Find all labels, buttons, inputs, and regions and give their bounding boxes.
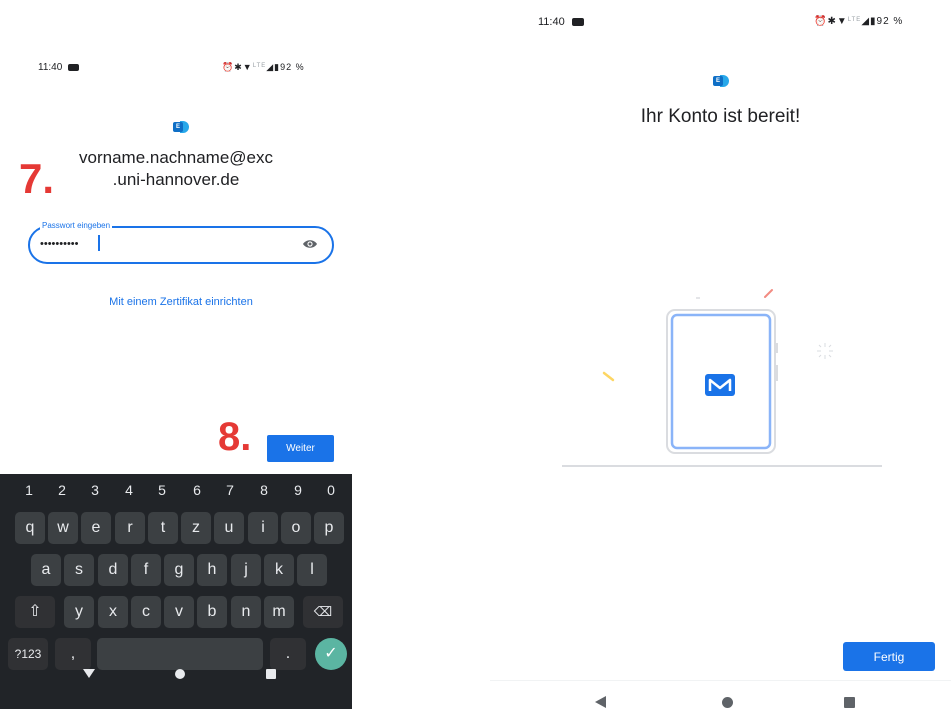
key-0[interactable]: 0 bbox=[321, 482, 341, 498]
key-3[interactable]: 3 bbox=[85, 482, 105, 498]
key-5[interactable]: 5 bbox=[152, 482, 172, 498]
wifi-icon: ▼ bbox=[242, 62, 253, 72]
eye-icon[interactable] bbox=[302, 238, 318, 250]
key-e[interactable]: e bbox=[81, 512, 111, 544]
key-v[interactable]: v bbox=[164, 596, 194, 628]
key-u[interactable]: u bbox=[214, 512, 244, 544]
done-button[interactable]: Fertig bbox=[843, 642, 935, 671]
status-icons: ⏰✱▼LTE◢▮92 % bbox=[814, 16, 903, 27]
key-z[interactable]: z bbox=[181, 512, 211, 544]
network-type: LTE bbox=[252, 63, 267, 69]
back-icon[interactable] bbox=[83, 669, 95, 679]
mail-icon bbox=[705, 374, 735, 396]
battery-percent: 92 % bbox=[280, 62, 305, 72]
key-g[interactable]: g bbox=[164, 554, 194, 586]
key-n[interactable]: n bbox=[231, 596, 261, 628]
key-8[interactable]: 8 bbox=[254, 482, 274, 498]
signal-icon: ◢ bbox=[861, 16, 871, 27]
key-b[interactable]: b bbox=[197, 596, 227, 628]
page-title: Ihr Konto ist bereit! bbox=[640, 106, 801, 127]
key-x[interactable]: x bbox=[98, 596, 128, 628]
key-k[interactable]: k bbox=[264, 554, 294, 586]
key-4[interactable]: 4 bbox=[119, 482, 139, 498]
status-icons: ⏰✱▼LTE◢▮92 % bbox=[222, 62, 305, 73]
network-type: LTE bbox=[847, 17, 862, 23]
camera-notification-icon bbox=[68, 64, 79, 71]
key-q[interactable]: q bbox=[15, 512, 45, 544]
navigation-bar bbox=[0, 664, 352, 704]
alarm-icon: ⏰ bbox=[222, 62, 235, 72]
key-h[interactable]: h bbox=[197, 554, 227, 586]
key-f[interactable]: f bbox=[131, 554, 161, 586]
password-input-value[interactable]: •••••••••• bbox=[40, 238, 79, 250]
left-phone-screen: 11:40 ⏰✱▼LTE◢▮92 % E vorname.nachname@ex… bbox=[0, 0, 352, 709]
text-cursor bbox=[98, 235, 100, 251]
backspace-key[interactable]: ⌫ bbox=[303, 596, 343, 628]
key-y[interactable]: y bbox=[64, 596, 94, 628]
key-1[interactable]: 1 bbox=[19, 482, 39, 498]
status-time: 11:40 bbox=[538, 16, 565, 28]
battery-percent: 92 % bbox=[876, 16, 904, 27]
backspace-icon: ⌫ bbox=[313, 604, 333, 619]
key-r[interactable]: r bbox=[115, 512, 145, 544]
key-j[interactable]: j bbox=[231, 554, 261, 586]
account-ready-illustration bbox=[562, 289, 882, 467]
key-s[interactable]: s bbox=[64, 554, 94, 586]
onscreen-keyboard: 1 2 3 4 5 6 7 8 9 0 q w e r t z u i o p … bbox=[0, 474, 352, 709]
back-icon[interactable] bbox=[594, 696, 606, 708]
next-button[interactable]: Weiter bbox=[267, 435, 334, 462]
key-2[interactable]: 2 bbox=[52, 482, 72, 498]
shift-icon: ⇧ bbox=[28, 603, 42, 620]
key-7[interactable]: 7 bbox=[220, 482, 240, 498]
home-icon[interactable] bbox=[175, 669, 185, 679]
key-9[interactable]: 9 bbox=[288, 482, 308, 498]
recents-icon[interactable] bbox=[266, 669, 276, 679]
right-phone-screen: 11:40 ⏰✱▼LTE◢▮92 % E Ihr Konto ist berei… bbox=[490, 0, 951, 709]
exchange-logo-icon: E bbox=[173, 121, 189, 133]
key-i[interactable]: i bbox=[248, 512, 278, 544]
key-c[interactable]: c bbox=[131, 596, 161, 628]
shift-key[interactable]: ⇧ bbox=[15, 596, 55, 628]
key-6[interactable]: 6 bbox=[187, 482, 207, 498]
wifi-icon: ▼ bbox=[836, 16, 848, 27]
certificate-setup-link[interactable]: Mit einem Zertifikat einrichten bbox=[0, 296, 352, 308]
keyboard-number-row: 1 2 3 4 5 6 7 8 9 0 bbox=[0, 482, 352, 502]
alarm-icon: ⏰ bbox=[814, 16, 828, 27]
status-time: 11:40 bbox=[38, 62, 63, 73]
step-marker-7: 7. bbox=[19, 155, 55, 202]
key-p[interactable]: p bbox=[314, 512, 344, 544]
key-a[interactable]: a bbox=[31, 554, 61, 586]
signal-icon: ◢ bbox=[266, 62, 275, 72]
checkmark-icon: ✓ bbox=[324, 645, 338, 662]
key-t[interactable]: t bbox=[148, 512, 178, 544]
recents-icon[interactable] bbox=[844, 697, 855, 708]
key-o[interactable]: o bbox=[281, 512, 311, 544]
bluetooth-icon: ✱ bbox=[234, 62, 243, 72]
camera-notification-icon bbox=[572, 18, 584, 26]
key-m[interactable]: m bbox=[264, 596, 294, 628]
key-w[interactable]: w bbox=[48, 512, 78, 544]
key-l[interactable]: l bbox=[297, 554, 327, 586]
password-field-label: Passwort eingeben bbox=[40, 221, 113, 230]
navigation-bar bbox=[490, 680, 951, 709]
home-icon[interactable] bbox=[722, 697, 733, 708]
step-marker-8: 8. bbox=[218, 415, 252, 459]
key-d[interactable]: d bbox=[98, 554, 128, 586]
exchange-logo-icon: E bbox=[713, 75, 729, 87]
bluetooth-icon: ✱ bbox=[827, 16, 837, 27]
